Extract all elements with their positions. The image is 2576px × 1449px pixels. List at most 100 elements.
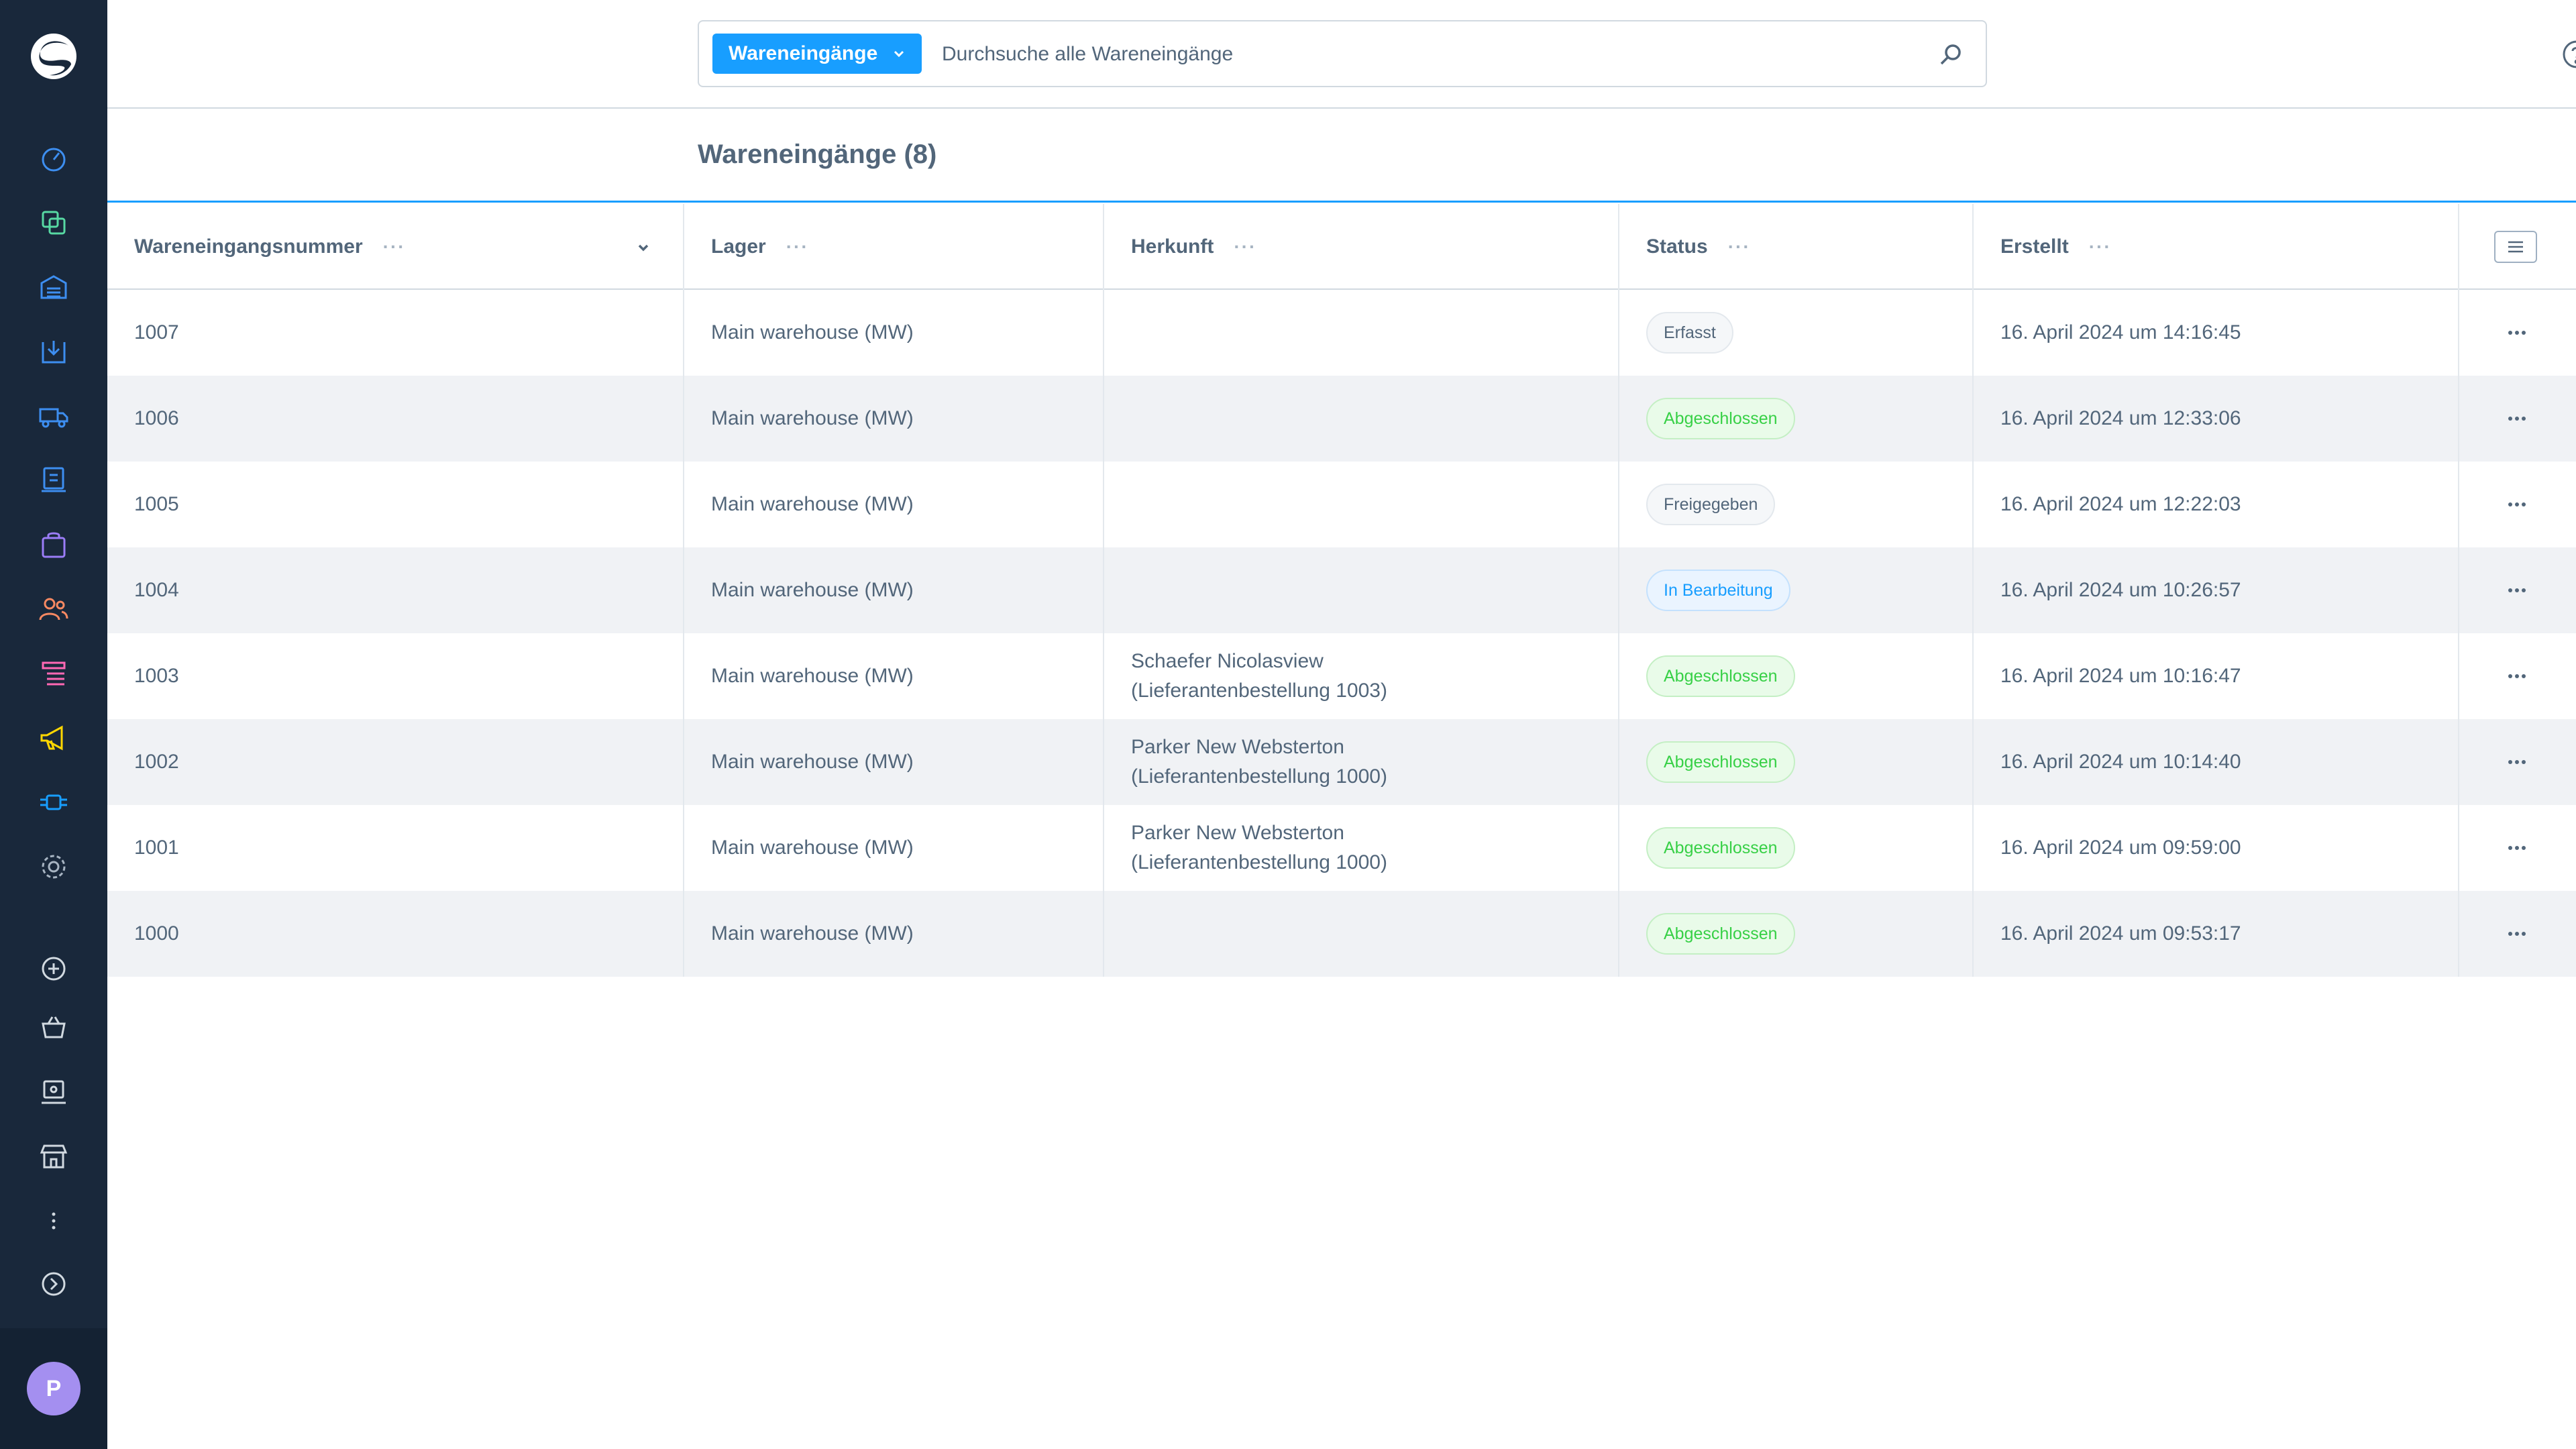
cell-warehouse: Main warehouse (MW) bbox=[711, 922, 914, 945]
search-type-dropdown[interactable]: Wareneingänge bbox=[712, 34, 922, 74]
customers-icon[interactable] bbox=[35, 590, 72, 628]
sidebar-footer: P bbox=[0, 1328, 107, 1449]
pos-icon[interactable] bbox=[35, 1073, 72, 1111]
table-row[interactable]: 1005 Main warehouse (MW) Freigegeben 16. Ap… bbox=[107, 462, 2576, 547]
more-horizontal-icon bbox=[2508, 588, 2526, 592]
table-row[interactable]: 1004 Main warehouse (MW) In Bearbeitung 16.… bbox=[107, 547, 2576, 633]
status-badge: Abgeschlossen bbox=[1646, 827, 1795, 869]
table-row[interactable]: 1003 Main warehouse (MW) Schaefer Nicolasv… bbox=[107, 633, 2576, 719]
row-actions-button[interactable] bbox=[2504, 835, 2530, 861]
column-options-button[interactable]: ··· bbox=[1234, 236, 1256, 258]
status-badge: Abgeschlossen bbox=[1646, 741, 1795, 783]
cell-created: 16. April 2024 um 10:26:57 bbox=[2000, 579, 2241, 601]
cell-created: 16. April 2024 um 12:22:03 bbox=[2000, 493, 2241, 515]
cell-status: Erfasst bbox=[1646, 290, 1733, 376]
shopping-bag-icon[interactable] bbox=[35, 526, 72, 564]
cell-number[interactable]: 1005 bbox=[134, 462, 179, 547]
column-divider bbox=[683, 204, 684, 977]
more-horizontal-icon bbox=[2508, 331, 2526, 335]
cell-status: Abgeschlossen bbox=[1646, 891, 1795, 977]
row-actions-button[interactable] bbox=[2504, 749, 2530, 775]
sort-chevron-down-icon[interactable] bbox=[635, 239, 652, 256]
catalogue-icon[interactable] bbox=[35, 204, 72, 241]
column-header-created[interactable]: Erstellt ··· bbox=[2000, 204, 2112, 290]
cell-number[interactable]: 1002 bbox=[134, 719, 179, 805]
column-divider bbox=[1618, 204, 1619, 977]
table-row[interactable]: 1000 Main warehouse (MW) Abgeschlossen 16. … bbox=[107, 891, 2576, 977]
row-actions-button[interactable] bbox=[2504, 663, 2530, 690]
settings-icon[interactable] bbox=[35, 848, 72, 885]
store-icon[interactable] bbox=[35, 1138, 72, 1175]
search-icon[interactable] bbox=[1937, 42, 1964, 68]
cell-status: Abgeschlossen bbox=[1646, 719, 1795, 805]
column-header-number[interactable]: Wareneingangsnummer ··· bbox=[134, 204, 406, 290]
warehouse-icon[interactable] bbox=[35, 268, 72, 306]
orders-icon[interactable] bbox=[35, 462, 72, 499]
column-options-button[interactable]: ··· bbox=[2089, 236, 2112, 258]
content-icon[interactable] bbox=[35, 655, 72, 692]
shipping-icon[interactable] bbox=[35, 397, 72, 435]
cell-warehouse: Main warehouse (MW) bbox=[711, 579, 914, 601]
origin-line: (Lieferantenbestellung 1000) bbox=[1131, 851, 1387, 873]
cell-number[interactable]: 1001 bbox=[134, 805, 179, 891]
column-header-origin[interactable]: Herkunft ··· bbox=[1131, 204, 1256, 290]
origin-line: Parker New Websterton bbox=[1131, 822, 1344, 844]
avatar[interactable]: P bbox=[27, 1362, 80, 1415]
list-icon bbox=[2508, 241, 2523, 253]
more-horizontal-icon bbox=[2508, 502, 2526, 506]
row-actions-button[interactable] bbox=[2504, 491, 2530, 518]
row-actions-button[interactable] bbox=[2504, 405, 2530, 432]
cell-warehouse: Main warehouse (MW) bbox=[711, 751, 914, 773]
cell-number[interactable]: 1004 bbox=[134, 547, 179, 633]
more-icon[interactable] bbox=[35, 1202, 72, 1240]
cell-warehouse: Main warehouse (MW) bbox=[711, 837, 914, 859]
help-icon[interactable] bbox=[2561, 39, 2576, 70]
status-badge: Erfasst bbox=[1646, 312, 1733, 354]
origin-line: Parker New Websterton bbox=[1131, 736, 1344, 758]
table-row[interactable]: 1002 Main warehouse (MW) Parker New Webste… bbox=[107, 719, 2576, 805]
extensions-icon[interactable] bbox=[35, 784, 72, 821]
column-options-button[interactable]: ··· bbox=[786, 236, 809, 258]
table-row[interactable]: 1007 Main warehouse (MW) Erfasst 16. April … bbox=[107, 290, 2576, 376]
more-horizontal-icon bbox=[2508, 417, 2526, 421]
status-badge: In Bearbeitung bbox=[1646, 570, 1790, 611]
more-horizontal-icon bbox=[2508, 846, 2526, 850]
row-actions-button[interactable] bbox=[2504, 319, 2530, 346]
cell-number[interactable]: 1006 bbox=[134, 376, 179, 462]
cell-created: 16. April 2024 um 10:16:47 bbox=[2000, 665, 2241, 687]
cell-origin: Schaefer Nicolasview (Lieferantenbestellu… bbox=[1131, 633, 1387, 719]
table-row[interactable]: 1006 Main warehouse (MW) Abgeschlossen 16. … bbox=[107, 376, 2576, 462]
more-horizontal-icon bbox=[2508, 674, 2526, 678]
goods-receipt-icon[interactable] bbox=[35, 333, 72, 370]
cell-created: 16. April 2024 um 09:53:17 bbox=[2000, 922, 2241, 945]
row-actions-button[interactable] bbox=[2504, 920, 2530, 947]
column-divider bbox=[1103, 204, 1104, 977]
cell-status: Abgeschlossen bbox=[1646, 633, 1795, 719]
column-options-button[interactable]: ··· bbox=[383, 236, 406, 258]
cell-number[interactable]: 1000 bbox=[134, 891, 179, 977]
column-options-button[interactable]: ··· bbox=[1728, 236, 1751, 258]
table-body: 1007 Main warehouse (MW) Erfasst 16. April … bbox=[107, 290, 2576, 977]
column-label: Wareneingangsnummer bbox=[134, 235, 363, 258]
marketing-icon[interactable] bbox=[35, 719, 72, 757]
expand-icon[interactable] bbox=[35, 1265, 72, 1303]
status-badge: Abgeschlossen bbox=[1646, 398, 1795, 439]
cell-origin: Parker New Websterton (Lieferantenbestell… bbox=[1131, 719, 1387, 805]
column-settings-button[interactable] bbox=[2494, 231, 2537, 263]
column-header-status[interactable]: Status ··· bbox=[1646, 204, 1751, 290]
dashboard-icon[interactable] bbox=[35, 140, 72, 177]
cell-number[interactable]: 1007 bbox=[134, 290, 179, 376]
cell-number[interactable]: 1003 bbox=[134, 633, 179, 719]
add-sales-channel-icon[interactable] bbox=[35, 950, 72, 987]
cell-status: In Bearbeitung bbox=[1646, 547, 1790, 633]
cell-created: 16. April 2024 um 12:33:06 bbox=[2000, 407, 2241, 429]
shopware-logo-icon[interactable] bbox=[27, 30, 80, 83]
origin-line: (Lieferantenbestellung 1000) bbox=[1131, 765, 1387, 788]
cell-warehouse: Main warehouse (MW) bbox=[711, 321, 914, 343]
search-input[interactable] bbox=[942, 35, 1908, 74]
storefront-basket-icon[interactable] bbox=[35, 1009, 72, 1046]
table-row[interactable]: 1001 Main warehouse (MW) Parker New Webste… bbox=[107, 805, 2576, 891]
cell-status: Abgeschlossen bbox=[1646, 805, 1795, 891]
row-actions-button[interactable] bbox=[2504, 577, 2530, 604]
column-header-warehouse[interactable]: Lager ··· bbox=[711, 204, 809, 290]
